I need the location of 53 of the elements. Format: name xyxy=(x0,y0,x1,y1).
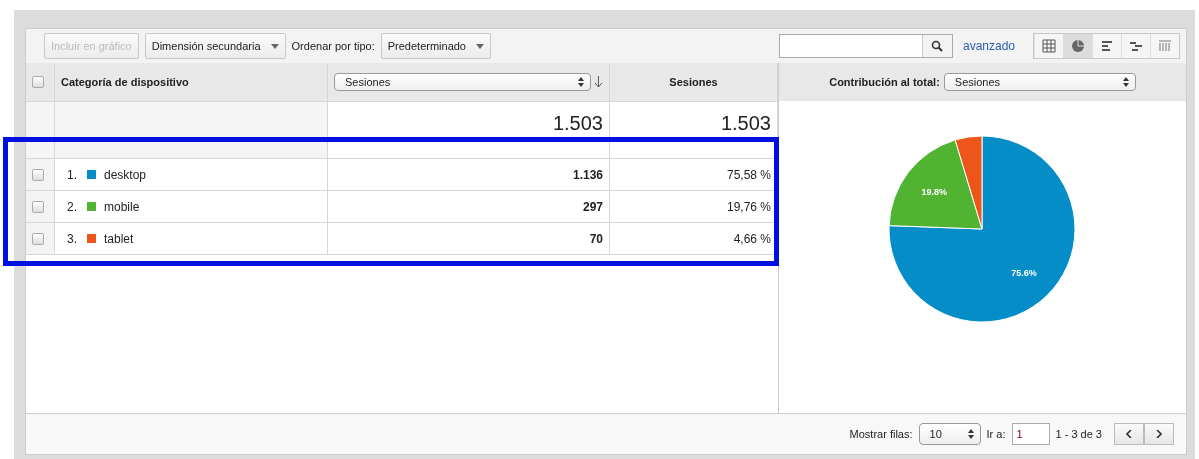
row-index: 1. xyxy=(66,167,77,182)
range-text: 1 - 3 de 3 xyxy=(1055,428,1102,440)
table-cell: 297 xyxy=(582,199,603,214)
column-header: Sesiones xyxy=(610,63,778,101)
table-cell: 1.136 xyxy=(572,167,603,182)
rows-select[interactable]: 10 xyxy=(918,423,981,445)
slice-label: 19.8% xyxy=(920,187,947,198)
table-cell: 19,76 % xyxy=(726,199,771,214)
updown-arrow-icon xyxy=(967,429,974,439)
sort-label: Ordenar por tipo: xyxy=(291,40,375,52)
page-field[interactable]: 1 xyxy=(1011,423,1050,445)
dimension-link[interactable]: tablet xyxy=(104,231,134,246)
column-header: Categoría de dispositivo xyxy=(55,63,328,101)
row-checkbox[interactable] xyxy=(32,200,44,213)
previous-button[interactable] xyxy=(1114,423,1144,445)
sort-dropdown[interactable]: Predeterminado xyxy=(380,33,491,59)
contribution-label: Contribución al total: xyxy=(829,76,940,88)
table-cell: 4,66 % xyxy=(733,231,771,246)
search-icon xyxy=(931,40,944,52)
metric-select[interactable]: Sesiones xyxy=(334,73,592,91)
view-button[interactable] xyxy=(1063,34,1092,58)
rows-label: Mostrar filas: xyxy=(849,428,913,440)
total-value: 1.503 xyxy=(720,112,771,135)
goto-label: Ir a: xyxy=(986,428,1006,440)
search-field[interactable] xyxy=(778,34,953,58)
bars-icon xyxy=(1100,39,1114,53)
table-cell: 75,58 % xyxy=(726,167,771,182)
caret-icon xyxy=(270,43,279,49)
updown-arrow-icon xyxy=(1122,77,1129,87)
chevron-right-icon xyxy=(1156,430,1162,438)
dimension-link[interactable]: desktop xyxy=(104,167,147,182)
total-value: 1.503 xyxy=(552,112,603,135)
caret-icon xyxy=(476,43,484,49)
grid-icon xyxy=(1042,39,1056,53)
updown-arrow-icon xyxy=(578,77,585,87)
comparison-icon xyxy=(1129,39,1143,53)
row-checkbox[interactable] xyxy=(32,168,44,181)
row-index: 2. xyxy=(66,199,77,214)
table-cell: 70 xyxy=(589,231,603,246)
pivot-icon xyxy=(1158,39,1172,53)
row-index: 3. xyxy=(66,231,77,246)
contribution-select[interactable]: Sesiones xyxy=(943,73,1136,91)
dimension-link[interactable]: mobile xyxy=(104,199,140,214)
row-checkbox[interactable] xyxy=(32,232,44,245)
secondary-dimension-dropdown[interactable]: Dimensión secundaria xyxy=(144,33,286,59)
advanced-link[interactable]: avanzado xyxy=(962,39,1015,53)
sort-arrow-icon[interactable] xyxy=(594,76,603,88)
slice-label: 75.6% xyxy=(1010,267,1037,278)
search-button[interactable] xyxy=(921,35,952,57)
next-button[interactable] xyxy=(1144,423,1174,445)
select-all-checkbox[interactable] xyxy=(32,76,44,88)
chevron-left-icon xyxy=(1126,430,1132,438)
pie-icon xyxy=(1071,39,1085,53)
